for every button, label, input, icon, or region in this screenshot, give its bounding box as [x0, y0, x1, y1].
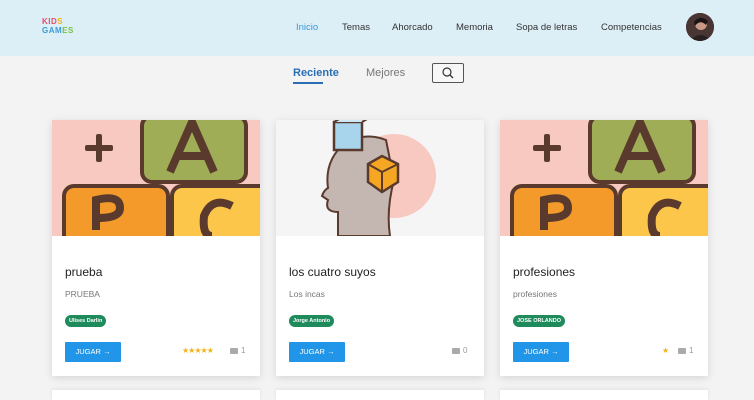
play-button[interactable]: JUGAR →	[289, 342, 345, 362]
tab-mejores[interactable]: Mejores	[366, 67, 405, 79]
nav-inicio[interactable]: Inicio	[296, 22, 318, 33]
game-card[interactable]: prueba PRUEBA Ulises Darlin JUGAR → ★★★★…	[52, 120, 260, 376]
card-subtitle: profesiones	[513, 289, 557, 299]
card-title: prueba	[65, 265, 103, 279]
play-button[interactable]: JUGAR →	[65, 342, 121, 362]
game-card[interactable]: los cuatro suyos Los incas Jorge Antonio…	[276, 120, 484, 376]
comment-count: 1	[230, 346, 245, 355]
nav-memoria[interactable]: Memoria	[456, 22, 493, 33]
card-title: profesiones	[513, 265, 576, 279]
search-icon	[442, 67, 454, 79]
author-badge: Jorge Antonio	[289, 315, 335, 327]
rating-stars: ★★★★★	[182, 346, 214, 355]
nav-ahorcado[interactable]: Ahorcado	[392, 22, 433, 33]
card-title: los cuatro suyos	[289, 265, 376, 279]
kids-games-logo[interactable]: KIDS GAMES	[42, 17, 78, 39]
nav-sopa-de-letras[interactable]: Sopa de letras	[516, 22, 577, 33]
game-card[interactable]: profesiones profesiones JOSE ORLANDO JUG…	[500, 120, 708, 376]
game-card-peek[interactable]	[52, 390, 260, 400]
card-image-head-cubes	[276, 120, 484, 236]
game-card-peek[interactable]	[276, 390, 484, 400]
tab-reciente[interactable]: Reciente	[293, 67, 339, 79]
comment-icon	[230, 347, 238, 354]
card-subtitle: PRUEBA	[65, 289, 100, 299]
comment-count: 1	[678, 346, 693, 355]
author-badge: Ulises Darlin	[65, 315, 107, 327]
card-subtitle: Los incas	[289, 289, 325, 299]
rating-stars: ★	[662, 346, 669, 355]
user-avatar[interactable]	[686, 13, 714, 41]
search-button[interactable]	[432, 63, 464, 83]
comment-icon	[678, 347, 686, 354]
nav-competencias[interactable]: Competencias	[601, 22, 662, 33]
nav-temas[interactable]: Temas	[342, 22, 370, 33]
game-card-peek[interactable]	[500, 390, 708, 400]
top-navbar: KIDS GAMES Inicio Temas Ahorcado Memoria…	[0, 0, 754, 56]
author-badge: JOSE ORLANDO	[513, 315, 566, 327]
comment-count: 0	[452, 346, 467, 355]
comment-icon	[452, 347, 460, 354]
card-image-abc-blocks	[52, 120, 260, 236]
card-image-abc-blocks	[500, 120, 708, 236]
play-button[interactable]: JUGAR →	[513, 342, 569, 362]
active-tab-underline	[293, 82, 323, 84]
